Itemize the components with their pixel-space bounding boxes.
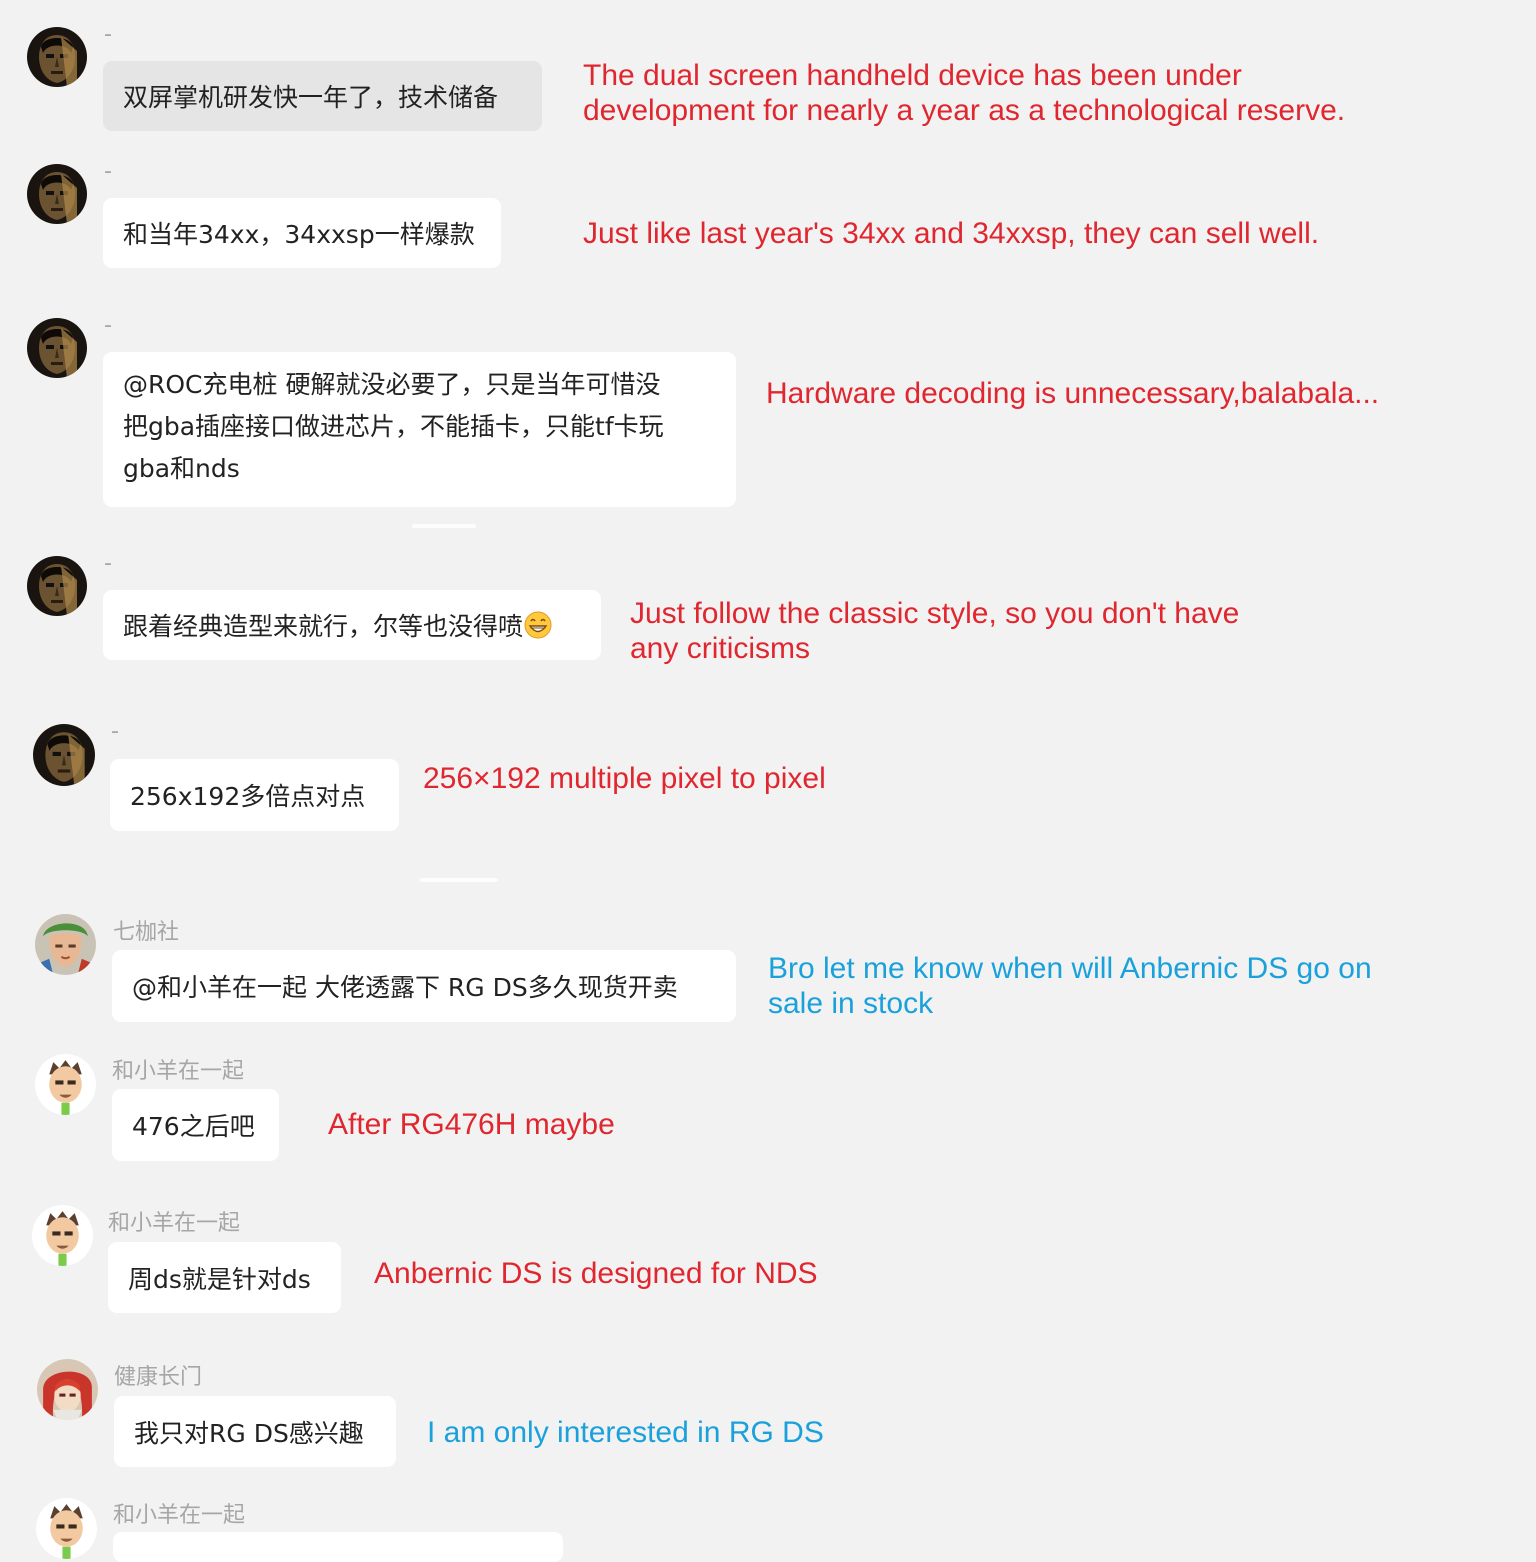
sender-name: 和小羊在一起 — [113, 1503, 246, 1528]
translation-line: Anbernic DS is designed for NDS — [374, 1257, 818, 1290]
message-bubble[interactable]: 我只对RG DS感兴趣 — [114, 1396, 396, 1467]
avatar[interactable] — [33, 724, 95, 786]
dark-portrait-avatar-icon — [27, 318, 87, 378]
avatar[interactable] — [35, 914, 96, 975]
message-bubble[interactable]: 双屏掌机研发快一年了，技术储备 — [103, 61, 542, 131]
avatar[interactable] — [36, 1498, 97, 1559]
sender-name: 七枷社 — [113, 920, 180, 945]
message-text: 周ds就是针对ds — [128, 1264, 311, 1294]
message-text: 和当年34xx，34xxsp一样爆款 — [123, 220, 475, 249]
dark-portrait-avatar-icon — [33, 724, 95, 786]
message-line: 把gba插座接口做进芯片，不能插卡，只能tf卡玩 — [123, 412, 664, 441]
translation-text: 256×192 multiple pixel to pixel — [423, 761, 826, 796]
translation-line: any criticisms — [630, 632, 811, 665]
avatar[interactable] — [27, 27, 87, 87]
avatar[interactable] — [27, 318, 87, 378]
message-bubble[interactable]: 和当年34xx，34xxsp一样爆款 — [103, 198, 501, 268]
avatar[interactable] — [27, 164, 87, 224]
message-text: 我只对RG DS感兴趣 — [134, 1418, 364, 1448]
translation-text: The dual screen handheld device has been… — [583, 58, 1345, 128]
sender-name: 健康长门 — [114, 1365, 203, 1390]
translation-line: Just like last year's 34xx and 34xxsp, t… — [583, 217, 1320, 250]
message-bubble[interactable]: 256x192多倍点对点 — [110, 759, 399, 831]
message-bubble[interactable]: @和小羊在一起 大佬透露下 RG DS多久现货开卖 — [112, 950, 736, 1022]
message-text: 256x192多倍点对点 — [130, 782, 366, 811]
translation-text: Just follow the classic style, so you do… — [630, 596, 1239, 666]
sender-name: 和小羊在一起 — [112, 1059, 245, 1084]
message-text: 476之后吧 — [132, 1112, 255, 1141]
avatar[interactable] — [35, 1054, 96, 1115]
translation-line: After RG476H maybe — [328, 1108, 615, 1141]
message-text: @和小羊在一起 大佬透露下 RG DS多久现货开卖 — [132, 973, 678, 1002]
translation-line: I am only interested in RG DS — [427, 1416, 824, 1449]
cartoon-boy-avatar-icon — [36, 1498, 97, 1559]
avatar[interactable] — [32, 1205, 93, 1266]
translation-text: After RG476H maybe — [328, 1107, 615, 1142]
message-bubble[interactable]: 476之后吧 — [112, 1089, 279, 1161]
message-line: @ROC充电桩 硬解就没必要了，只是当年可惜没 — [123, 370, 661, 399]
translation-line: The dual screen handheld device has been… — [583, 59, 1242, 92]
translation-text: I am only interested in RG DS — [427, 1415, 824, 1450]
sender-name: - — [104, 551, 112, 576]
translation-line: development for nearly a year as a techn… — [583, 94, 1346, 127]
translation-text: Hardware decoding is unnecessary,balabal… — [766, 376, 1379, 411]
sender-name: 和小羊在一起 — [108, 1211, 241, 1236]
translation-text: Anbernic DS is designed for NDS — [374, 1256, 818, 1291]
translation-text: Bro let me know when will Anbernic DS go… — [768, 951, 1372, 1021]
message-bubble[interactable]: 跟着经典造型来就行，尔等也没得喷 — [103, 590, 601, 660]
message-bubble[interactable]: 周ds就是针对ds — [108, 1242, 341, 1313]
cartoon-boy-avatar-icon — [32, 1205, 93, 1266]
sender-name: - — [104, 22, 112, 47]
green-hair-avatar-icon — [35, 914, 96, 975]
dark-portrait-avatar-icon — [27, 164, 87, 224]
message-line: gba和nds — [123, 454, 240, 483]
translation-line: Hardware decoding is unnecessary,balabal… — [766, 377, 1380, 410]
message-text: 双屏掌机研发快一年了，技术储备 — [123, 83, 499, 112]
sender-name: - — [104, 313, 112, 338]
translation-line: sale in stock — [768, 987, 934, 1020]
dark-portrait-avatar-icon — [27, 27, 87, 87]
divider — [412, 524, 476, 528]
avatar[interactable] — [27, 556, 87, 616]
message-bubble[interactable] — [113, 1532, 563, 1562]
avatar[interactable] — [37, 1359, 98, 1420]
message-text: 跟着经典造型来就行，尔等也没得喷 — [123, 612, 524, 641]
translation-line: Just follow the classic style, so you do… — [630, 597, 1240, 630]
dark-portrait-avatar-icon — [27, 556, 87, 616]
translation-text: Just like last year's 34xx and 34xxsp, t… — [583, 216, 1319, 251]
red-hair-anime-avatar-icon — [37, 1359, 98, 1420]
cartoon-boy-avatar-icon — [35, 1054, 96, 1115]
divider — [420, 878, 498, 882]
translation-line: 256×192 multiple pixel to pixel — [423, 762, 826, 795]
message-bubble[interactable]: @ROC充电桩 硬解就没必要了，只是当年可惜没 把gba插座接口做进芯片，不能插… — [103, 352, 736, 507]
sender-name: - — [111, 719, 119, 744]
sender-name: - — [104, 159, 112, 184]
translation-line: Bro let me know when will Anbernic DS go… — [768, 952, 1372, 985]
grinning-emoji-icon — [524, 611, 552, 639]
message-text: @ROC充电桩 硬解就没必要了，只是当年可惜没 把gba插座接口做进芯片，不能插… — [123, 364, 664, 490]
